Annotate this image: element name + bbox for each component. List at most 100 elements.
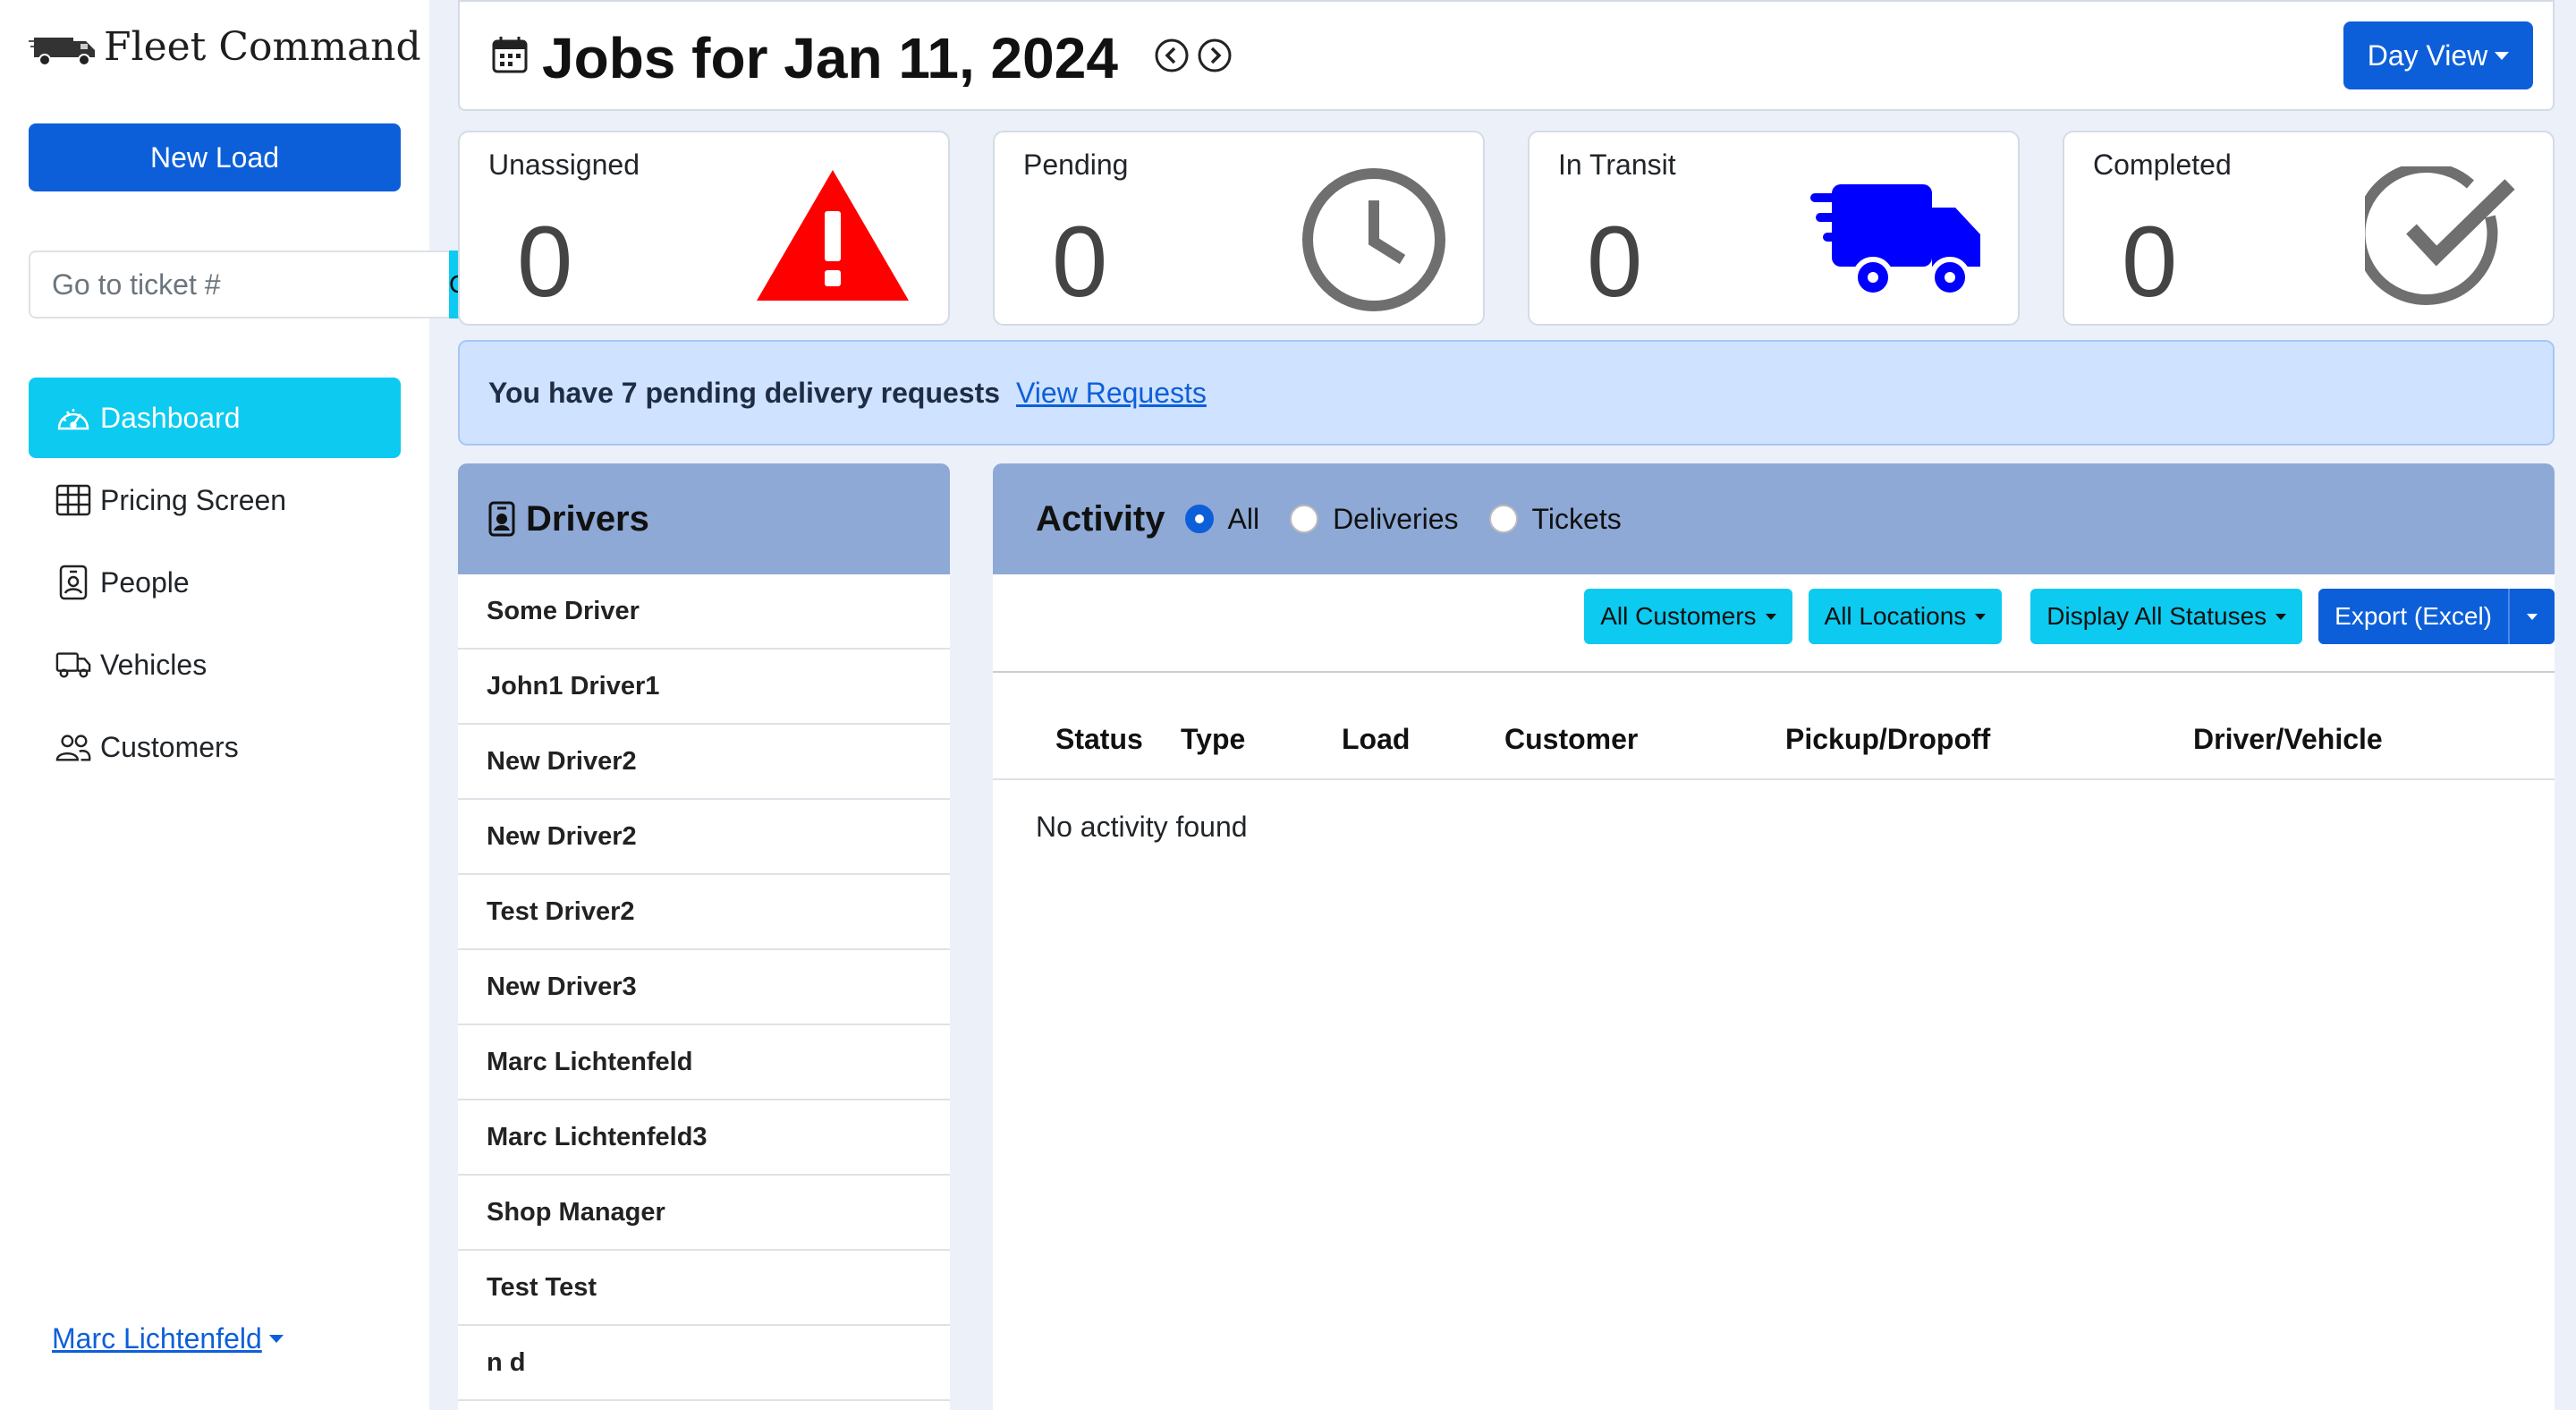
day-view-label: Day View — [2367, 38, 2488, 72]
stat-label: Completed — [2093, 149, 2232, 181]
page-title: Jobs for Jan 11, 2024 — [542, 26, 1118, 90]
previous-day-icon[interactable] — [1154, 38, 1190, 73]
statuses-dropdown-label: Display All Statuses — [2046, 602, 2267, 630]
table-icon — [55, 482, 91, 518]
sidebar-nav: Dashboard Pricing Screen People Vehicles… — [29, 378, 401, 789]
stat-card-completed[interactable]: Completed 0 — [2063, 131, 2555, 326]
sidebar-item-customers[interactable]: Customers — [29, 707, 401, 787]
stat-value: 0 — [1587, 206, 1643, 318]
sidebar-item-label: Customers — [100, 730, 239, 763]
divider — [993, 671, 2555, 673]
driver-list-item[interactable]: n d — [458, 1326, 950, 1401]
driver-list-item[interactable]: New Driver3 — [458, 950, 950, 1025]
activity-header: Activity All Deliveries Tickets — [993, 463, 2555, 574]
export-excel-button[interactable]: Export (Excel) — [2318, 589, 2508, 644]
sidebar-item-label: Dashboard — [100, 401, 241, 434]
new-load-button[interactable]: New Load — [29, 123, 401, 191]
empty-state-message: No activity found — [1036, 811, 1248, 843]
filter-all-radio[interactable]: All — [1184, 502, 1260, 536]
stat-label: In Transit — [1558, 149, 1676, 181]
fast-truck-icon — [1810, 184, 1980, 298]
column-header-pickup-dropoff[interactable]: Pickup/Dropoff — [1785, 723, 1990, 756]
truck-icon — [55, 647, 91, 683]
sidebar-item-pricing-screen[interactable]: Pricing Screen — [29, 460, 401, 540]
radio-button[interactable] — [1184, 505, 1214, 533]
stat-value: 0 — [2122, 206, 2178, 318]
stat-value: 0 — [1052, 206, 1108, 318]
driver-list-item[interactable]: Some Driver — [458, 574, 950, 650]
driver-list-item[interactable]: Marc Lichtenfeld — [458, 1025, 950, 1100]
stat-label: Pending — [1023, 149, 1129, 181]
stat-label: Unassigned — [488, 149, 640, 181]
truck-logo-icon — [29, 38, 95, 66]
driver-list-item[interactable]: Test Test — [458, 1251, 950, 1326]
stat-card-unassigned[interactable]: Unassigned 0 — [458, 131, 950, 326]
activity-toolbar: All Customers All Locations Display All … — [1568, 589, 2555, 644]
driver-list-item[interactable]: Test Driver2 — [458, 875, 950, 950]
speedometer-icon — [55, 400, 91, 436]
export-options-toggle[interactable] — [2508, 589, 2555, 644]
sidebar-item-label: Vehicles — [100, 648, 208, 681]
chevron-down-icon — [2275, 613, 2287, 620]
filter-deliveries-radio[interactable]: Deliveries — [1290, 502, 1459, 536]
brand[interactable]: Fleet Command — [29, 20, 421, 73]
chevron-down-icon — [2495, 51, 2510, 60]
radio-button[interactable] — [1290, 505, 1319, 533]
driver-list-item[interactable]: John1 Driver1 — [458, 650, 950, 725]
ticket-search: Go — [29, 251, 483, 319]
activity-title: Activity — [1036, 498, 1165, 539]
sidebar: Fleet Command New Load Go Dashboard — [0, 0, 483, 1410]
drivers-panel: Drivers Some Driver John1 Driver1 New Driv… — [458, 463, 950, 1410]
driver-list-item[interactable]: New Driver2 — [458, 800, 950, 875]
alert-message: You have 7 pending delivery requests — [488, 376, 1001, 409]
radio-label: Tickets — [1531, 502, 1622, 535]
ticket-number-input[interactable] — [29, 251, 449, 319]
column-header-load[interactable]: Load — [1342, 723, 1410, 756]
view-requests-link[interactable]: View Requests — [1016, 377, 1207, 410]
radio-label: All — [1227, 502, 1260, 535]
day-view-dropdown[interactable]: Day View — [2343, 21, 2533, 89]
export-split-button: Export (Excel) — [2318, 589, 2555, 644]
next-day-icon[interactable] — [1197, 38, 1233, 73]
radio-button[interactable] — [1488, 505, 1518, 533]
warning-triangle-icon — [757, 170, 909, 301]
person-badge-icon — [488, 501, 515, 537]
people-icon — [55, 729, 91, 765]
stat-value: 0 — [517, 206, 573, 318]
sidebar-item-label: Pricing Screen — [100, 483, 287, 516]
customers-dropdown[interactable]: All Customers — [1584, 589, 1792, 644]
sidebar-item-people[interactable]: People — [29, 542, 401, 623]
user-menu[interactable]: Marc Lichtenfeld — [52, 1322, 284, 1355]
clock-icon — [1302, 168, 1445, 311]
sidebar-item-label: People — [100, 565, 190, 599]
stat-card-in-transit[interactable]: In Transit 0 — [1528, 131, 2020, 326]
stat-card-pending[interactable]: Pending 0 — [993, 131, 1485, 326]
calendar-icon — [492, 37, 528, 73]
filter-tickets-radio[interactable]: Tickets — [1488, 502, 1622, 536]
chevron-down-icon — [1765, 613, 1776, 620]
locations-dropdown[interactable]: All Locations — [1808, 589, 2003, 644]
customers-dropdown-label: All Customers — [1600, 602, 1757, 630]
chevron-down-icon — [268, 1335, 284, 1343]
column-header-type[interactable]: Type — [1181, 723, 1245, 756]
activity-panel: Activity All Deliveries Tickets All Cust… — [993, 463, 2555, 1410]
activity-table-header: Status Type Load Customer Pickup/Dropoff… — [993, 723, 2555, 780]
statuses-dropdown[interactable]: Display All Statuses — [2030, 589, 2303, 644]
user-name: Marc Lichtenfeld — [52, 1322, 262, 1355]
driver-list-item[interactable]: Shop Manager — [458, 1176, 950, 1251]
drivers-header: Drivers — [458, 463, 950, 574]
sidebar-item-dashboard[interactable]: Dashboard — [29, 378, 401, 458]
person-badge-icon — [55, 565, 91, 600]
column-header-status[interactable]: Status — [1055, 723, 1143, 756]
column-header-driver-vehicle[interactable]: Driver/Vehicle — [2193, 723, 2383, 756]
locations-dropdown-label: All Locations — [1824, 602, 1967, 630]
pending-requests-alert: You have 7 pending delivery requests Vie… — [458, 340, 2555, 446]
chevron-down-icon — [1975, 613, 1987, 620]
column-header-customer[interactable]: Customer — [1504, 723, 1638, 756]
radio-label: Deliveries — [1333, 502, 1459, 535]
driver-list: Some Driver John1 Driver1 New Driver2 New D… — [458, 574, 950, 1401]
sidebar-item-vehicles[interactable]: Vehicles — [29, 624, 401, 705]
driver-list-item[interactable]: New Driver2 — [458, 725, 950, 800]
driver-list-item[interactable]: Marc Lichtenfeld3 — [458, 1100, 950, 1176]
drivers-title: Drivers — [526, 498, 649, 539]
